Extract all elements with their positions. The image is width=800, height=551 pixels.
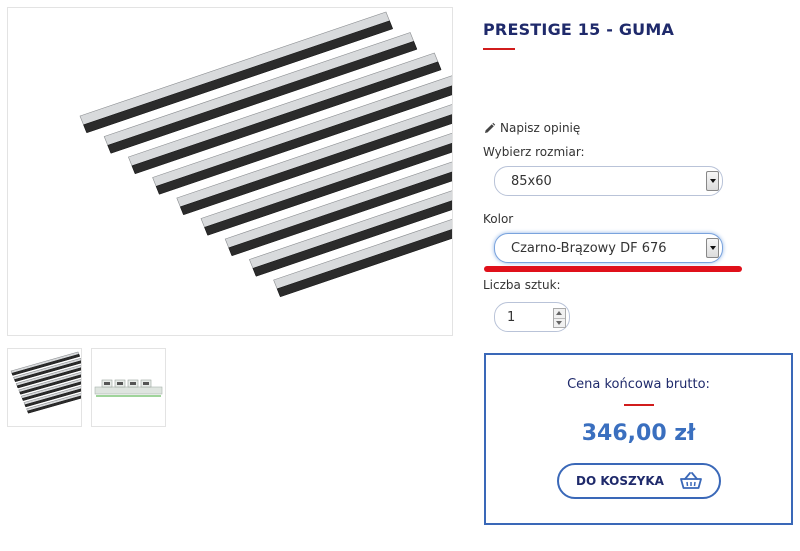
color-select-value: Czarno-Brązowy DF 676 [511,240,667,256]
quantity-stepper[interactable]: 1 [494,302,570,332]
add-to-cart-label: DO KOSZYKA [576,474,664,488]
thumbnail-profile-image [94,379,163,397]
chevron-down-icon[interactable] [706,171,719,191]
price-underline [624,404,654,406]
write-review-link[interactable]: Napisz opinię [483,121,580,135]
size-select-value: 85x60 [511,173,552,189]
highlight-underline [484,266,742,272]
price-label: Cena końcowa brutto: [567,377,710,392]
thumbnail-profile[interactable] [91,348,166,427]
chevron-down-icon[interactable] [706,238,719,258]
increment-icon[interactable] [556,311,562,315]
basket-icon [680,472,702,489]
add-to-cart-button[interactable]: DO KOSZYKA [557,463,721,499]
color-label: Kolor [483,212,514,226]
quantity-value: 1 [507,309,516,325]
mat-image [79,11,587,298]
decrement-icon[interactable] [556,321,562,325]
thumbnail-mat-image [10,351,96,414]
quantity-label: Liczba sztuk: [483,278,561,292]
write-review-label: Napisz opinię [500,121,581,135]
size-label: Wybierz rozmiar: [483,145,585,159]
thumbnail-mat[interactable] [7,348,96,427]
pencil-icon [485,122,496,133]
product-title: PRESTIGE 15 - GUMA [483,20,675,39]
price-value: 346,00 zł [581,421,696,446]
color-select[interactable]: Czarno-Brązowy DF 676 [494,233,723,263]
size-select[interactable]: 85x60 [494,166,723,196]
price-box: Cena końcowa brutto: 346,00 zł DO KOSZYK… [484,353,793,525]
product-main-image[interactable] [7,7,587,336]
title-underline [483,48,515,50]
spinner-arrows-icon[interactable] [553,308,566,328]
